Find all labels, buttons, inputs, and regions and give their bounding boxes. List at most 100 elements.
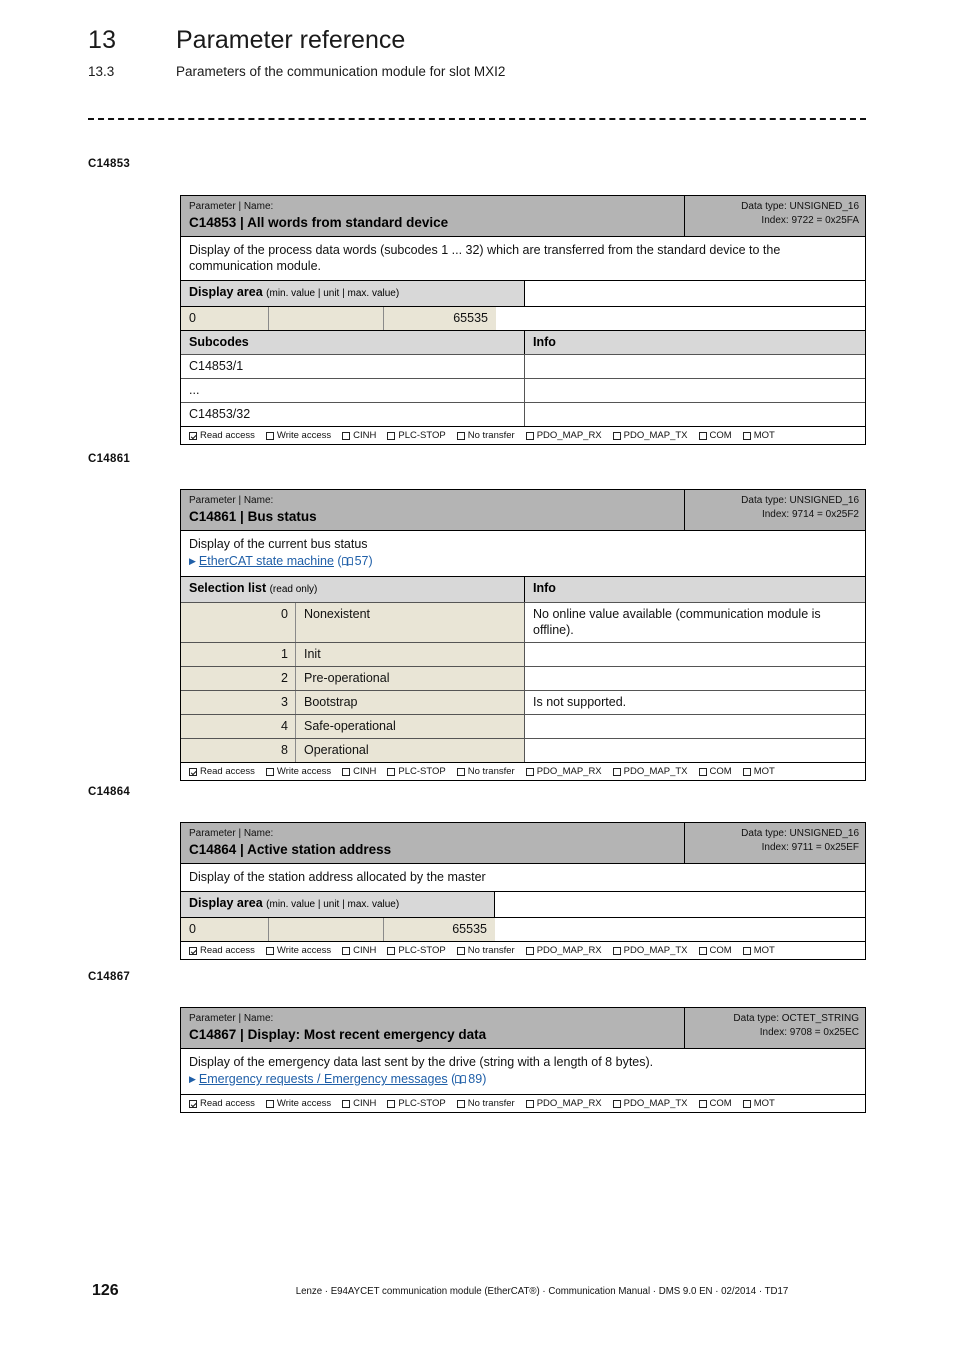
access-no-transfer: No transfer [456, 430, 515, 441]
chapter-title: Parameter reference [176, 26, 406, 54]
parameter-name: C14853 | All words from standard device [189, 215, 449, 230]
display-area-unit [269, 918, 384, 941]
section-heading: 13.3 Parameters of the communication mod… [88, 64, 878, 79]
selection-list-header-label: Selection list (read only) [181, 577, 525, 602]
access-com-label: COM [709, 430, 732, 441]
cross-reference[interactable]: ▶ Emergency requests / Emergency messages… [189, 1071, 857, 1088]
selection-value: 0 [181, 603, 296, 642]
parameter-datatype: Data type: UNSIGNED_16 [741, 495, 859, 506]
access-no-transfer: No transfer [456, 1098, 515, 1109]
cross-reference-page-number: 57 [354, 554, 369, 568]
checkbox-icon [742, 1099, 751, 1108]
parameter-name: C14867 | Display: Most recent emergency … [189, 1027, 487, 1042]
subcode-info [525, 403, 865, 426]
parameter-index: Index: 9711 = 0x25EF [761, 841, 859, 853]
access-plc-stop-label: PLC-STOP [398, 945, 446, 956]
display-area-values: 0 65535 [181, 306, 865, 330]
parameter-name-caption: Parameter | Name: [189, 1013, 274, 1024]
parameter-index: Index: 9708 = 0x25EC [759, 1026, 859, 1038]
checkbox-icon [456, 1099, 465, 1108]
access-pdo-map-rx: PDO_MAP_RX [525, 945, 602, 956]
access-read-label: Read access [200, 945, 255, 956]
access-pdo-map-tx: PDO_MAP_TX [612, 430, 688, 441]
checkbox-icon [456, 946, 465, 955]
parameter-title-band: Parameter | Name: C14867 | Display: Most… [181, 1008, 865, 1049]
chapter-number: 13 [88, 26, 117, 54]
display-area-subtitle: (min. value | unit | max. value) [266, 899, 400, 910]
access-cinh: CINH [342, 945, 376, 956]
access-read: Read access [189, 945, 255, 956]
access-pdo-map-tx-label: PDO_MAP_TX [623, 766, 688, 777]
access-plc-stop-label: PLC-STOP [398, 430, 446, 441]
selection-list-info-header-label: Info [533, 581, 556, 595]
checkbox-icon [525, 431, 534, 440]
table-row: C14853/1 [181, 354, 865, 378]
access-write: Write access [265, 1098, 331, 1109]
cross-reference[interactable]: ▶ EtherCAT state machine (57) [189, 553, 857, 570]
access-plc-stop-label: PLC-STOP [398, 1098, 446, 1109]
access-read-label: Read access [200, 1098, 255, 1109]
access-pdo-map-rx: PDO_MAP_RX [525, 766, 602, 777]
access-flags-row: Read access Write access CINH PLC-STOP N… [181, 762, 865, 780]
table-row: 0 Nonexistent No online value available … [181, 602, 865, 642]
footer-text: Lenze · E94AYCET communication module (E… [295, 1286, 789, 1297]
checkbox-icon [612, 946, 621, 955]
parameter-datatype-cell: Data type: UNSIGNED_16 Index: 9722 = 0x2… [684, 196, 865, 236]
subcodes-header: Subcodes Info [181, 330, 865, 354]
parameter-table-c14853: Parameter | Name: C14853 | All words fro… [180, 195, 866, 445]
access-mot: MOT [742, 766, 775, 777]
cross-reference-link[interactable]: EtherCAT state machine [199, 554, 334, 568]
checkbox-checked-icon [189, 431, 197, 440]
parameter-datatype-cell: Data type: UNSIGNED_16 Index: 9711 = 0x2… [684, 823, 865, 863]
selection-label: Pre-operational [296, 667, 525, 690]
cross-reference-link[interactable]: Emergency requests / Emergency messages [199, 1072, 448, 1086]
subcode-code: ... [181, 379, 525, 402]
access-no-transfer: No transfer [456, 766, 515, 777]
access-write-label: Write access [276, 766, 332, 777]
margin-label-c14853: C14853 [88, 158, 131, 170]
access-pdo-map-rx-label: PDO_MAP_RX [536, 945, 602, 956]
access-cinh: CINH [342, 430, 376, 441]
subcode-code: C14853/32 [181, 403, 525, 426]
access-pdo-map-tx: PDO_MAP_TX [612, 766, 688, 777]
access-mot-label: MOT [753, 430, 775, 441]
parameter-datatype-cell: Data type: OCTET_STRING Index: 9708 = 0x… [684, 1008, 865, 1048]
checkbox-icon [742, 767, 751, 776]
access-pdo-map-rx-label: PDO_MAP_RX [536, 766, 602, 777]
selection-info [525, 643, 865, 666]
selection-info: No online value available (communication… [525, 603, 865, 642]
selection-value: 2 [181, 667, 296, 690]
parameter-description: Display of the station address allocated… [181, 864, 865, 891]
display-area-header-label: Display area (min. value | unit | max. v… [181, 281, 525, 306]
triangle-bullet-icon: ▶ [189, 556, 196, 566]
access-write-label: Write access [276, 945, 332, 956]
checkbox-icon [265, 767, 274, 776]
access-cinh-label: CINH [353, 945, 377, 956]
parameter-title-left: Parameter | Name: C14861 | Bus status [181, 490, 684, 530]
checkbox-icon [742, 431, 751, 440]
access-pdo-map-rx: PDO_MAP_RX [525, 1098, 602, 1109]
parameter-table-c14861: Parameter | Name: C14861 | Bus status Da… [180, 489, 866, 781]
display-area-header: Display area (min. value | unit | max. v… [181, 891, 865, 917]
selection-info [525, 739, 865, 762]
checkbox-icon [342, 946, 351, 955]
access-com: COM [698, 1098, 732, 1109]
access-plc-stop-label: PLC-STOP [398, 766, 446, 777]
selection-value: 3 [181, 691, 296, 714]
subcodes-info-header-label: Info [533, 335, 556, 349]
checkbox-icon [265, 1099, 274, 1108]
parameter-name: C14864 | Active station address [189, 842, 392, 857]
checkbox-icon [265, 946, 274, 955]
checkbox-icon [612, 767, 621, 776]
parameter-description-block: Display of the emergency data last sent … [181, 1049, 865, 1094]
access-write: Write access [265, 945, 332, 956]
checkbox-icon [342, 431, 351, 440]
table-row: 2 Pre-operational [181, 666, 865, 690]
checkbox-checked-icon [189, 767, 197, 776]
access-pdo-map-tx-label: PDO_MAP_TX [623, 1098, 688, 1109]
access-pdo-map-tx: PDO_MAP_TX [612, 945, 688, 956]
parameter-description: Display of the current bus status [189, 537, 368, 551]
access-pdo-map-rx-label: PDO_MAP_RX [536, 1098, 602, 1109]
checkbox-icon [387, 431, 396, 440]
display-area-min: 0 [181, 307, 269, 330]
